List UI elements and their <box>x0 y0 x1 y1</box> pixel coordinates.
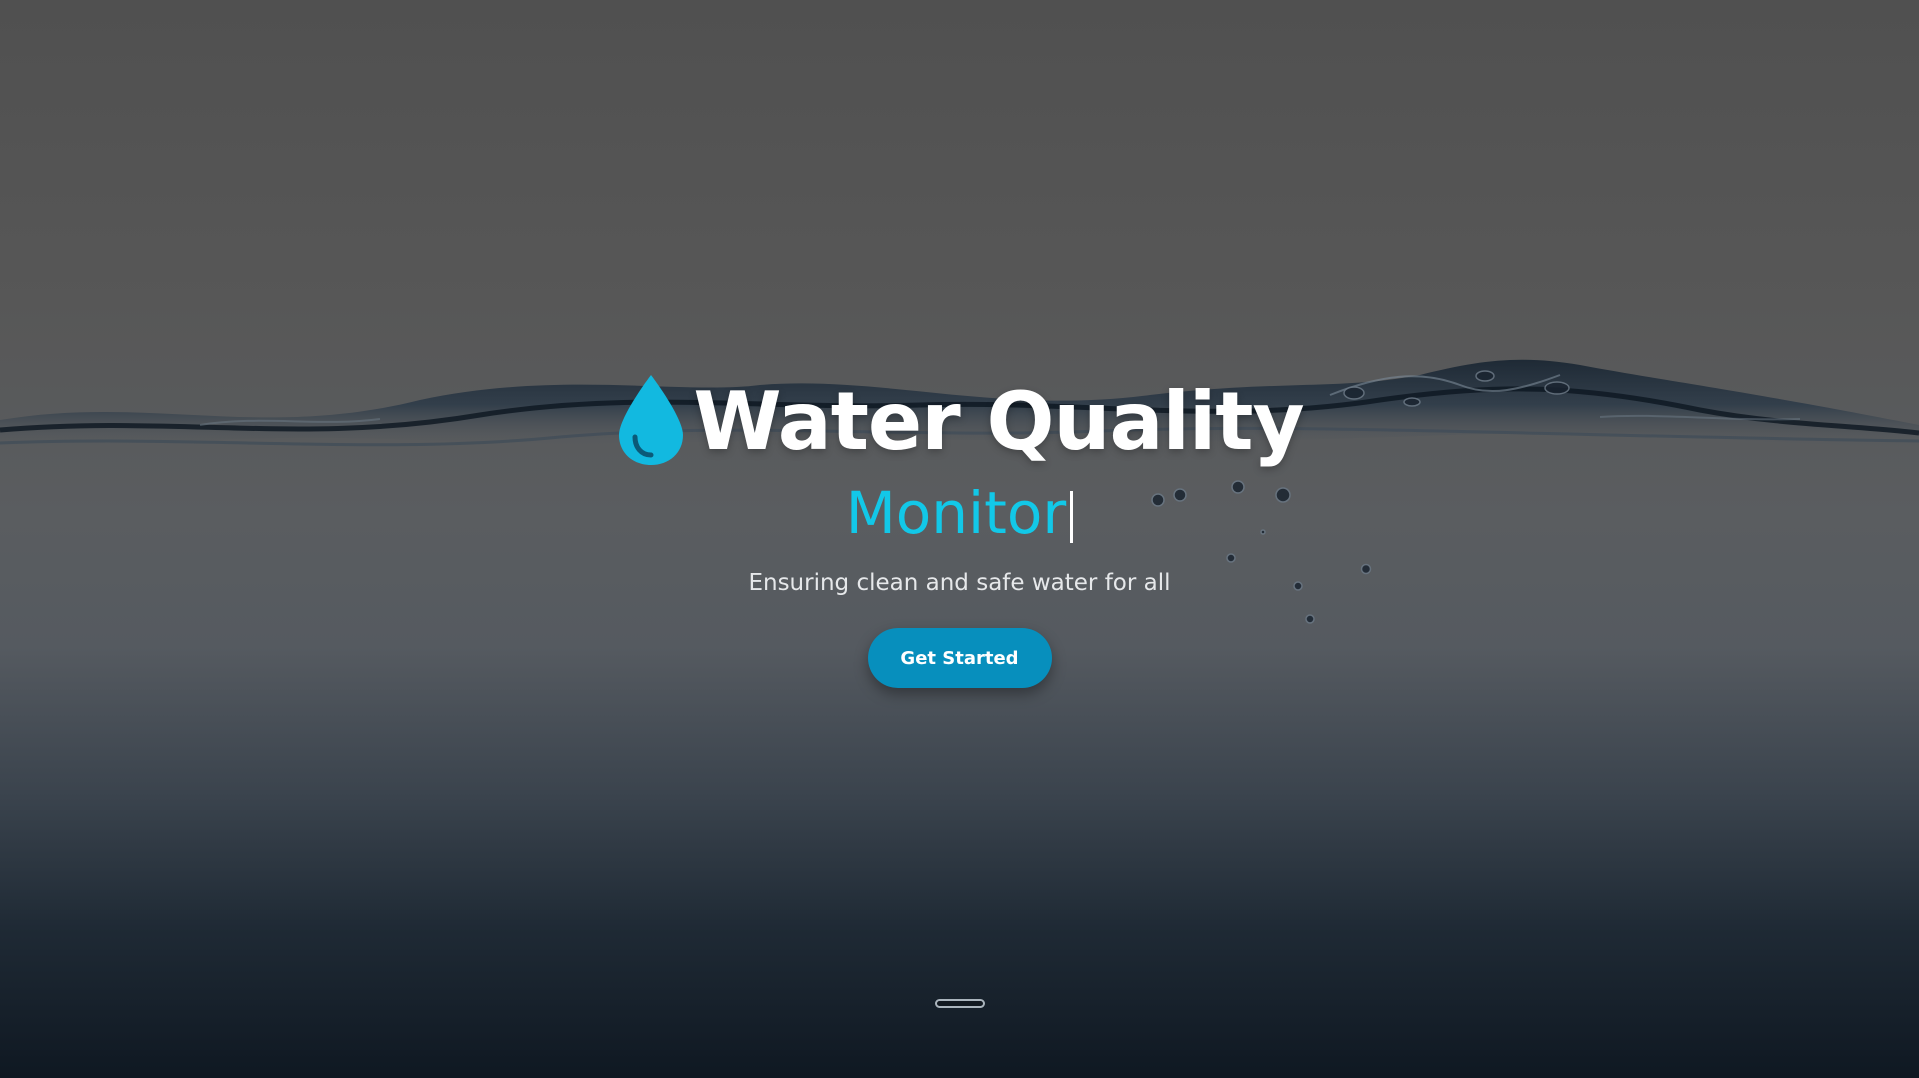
title-row: Water Quality <box>615 368 1305 476</box>
tagline: Ensuring clean and safe water for all <box>748 570 1171 596</box>
page-title: Water Quality <box>693 375 1304 468</box>
hero-section: Water Quality Monitor Ensuring clean and… <box>0 0 1919 1078</box>
get-started-button[interactable]: Get Started <box>867 628 1052 688</box>
hero-content: Water Quality Monitor Ensuring clean and… <box>0 368 1919 688</box>
scroll-indicator[interactable] <box>935 999 985 1008</box>
page-subtitle: Monitor <box>845 479 1067 547</box>
water-drop-icon <box>619 375 684 465</box>
typing-cursor <box>1070 491 1074 543</box>
subtitle-row: Monitor <box>845 478 1074 548</box>
